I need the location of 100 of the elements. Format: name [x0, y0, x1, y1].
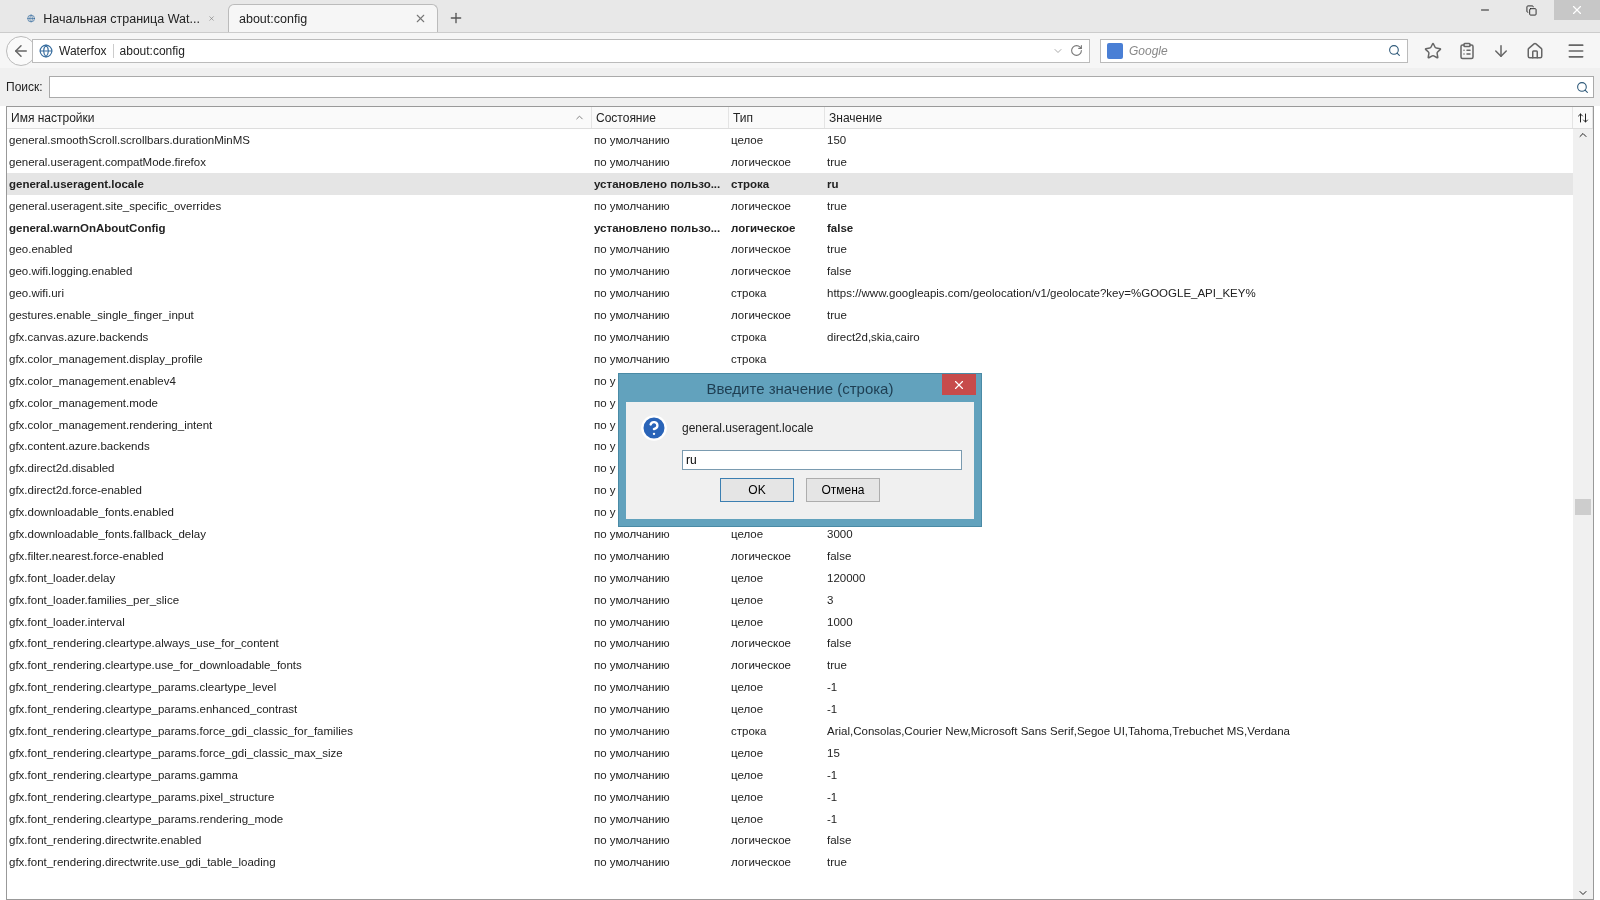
table-cell-text: установлено пользо...: [593, 177, 721, 190]
table-cell-text: gfx.font_loader.delay: [8, 571, 116, 584]
table-cell-text: по умолчанию: [593, 133, 670, 146]
table-cell-text: логическое: [730, 856, 791, 869]
question-icon: [640, 414, 668, 442]
table-cell-text: по умолчанию: [593, 725, 670, 737]
table-cell-text: gfx.direct2d.force-enabled: [8, 484, 142, 497]
table-cell-text: gfx.downloadable_fonts.fallback_delay: [8, 527, 206, 540]
dialog-button[interactable]: OK: [720, 478, 794, 502]
table-cell-text: по умолчанию: [593, 812, 670, 825]
dialog-title: Введите значение (строка): [705, 379, 895, 397]
selected-row[interactable]: general.useragent.locale установлено пользо... строка ru: [7, 172, 1573, 195]
table-cell-text: direct2d,skia,cairo: [826, 330, 920, 343]
table-cell-text: логическое: [730, 265, 791, 278]
table-cell-text: целое: [730, 527, 764, 540]
table-cell-text: логическое: [730, 659, 791, 672]
close-button[interactable]: [942, 374, 976, 395]
scrollbar[interactable]: [1573, 129, 1593, 899]
table-cell-text: true: [826, 309, 847, 322]
table-cell-text: по умолчанию: [593, 615, 670, 628]
table-cell-text: gestures.enable_single_finger_input: [8, 309, 194, 322]
table-cell-text: целое: [730, 790, 764, 803]
new-tab-button[interactable]: [448, 10, 464, 26]
table-cell-text: gfx.font_loader.interval: [8, 615, 125, 628]
dialog-button[interactable]: Отмена: [806, 478, 880, 502]
table-cell-text: целое: [730, 703, 764, 716]
table-cell-text: gfx.color_management.enablev4: [8, 374, 176, 387]
table-cell-text: по умолчанию: [593, 199, 670, 212]
table-cell-text: по умолчанию: [593, 265, 670, 278]
table-cell-text: -1: [826, 681, 838, 694]
table-cell-text: по умолчанию: [593, 790, 670, 803]
search-engine-icon[interactable]: [1107, 42, 1123, 59]
table-cell-text: по умолчанию: [593, 155, 670, 168]
table-cell-text: gfx.font_rendering.cleartype_params.force_gdi_classic_max_size: [8, 746, 343, 759]
search-field[interactable]: Google: [1100, 38, 1408, 63]
reload-icon[interactable]: [1070, 44, 1083, 57]
column-header[interactable]: Значение: [825, 107, 1573, 128]
search-label: Поиск:: [6, 80, 43, 94]
table-cell-text: по у: [593, 440, 616, 453]
table-cell-text: gfx.color_management.mode: [8, 396, 158, 409]
table-cell-text: строка: [730, 287, 767, 300]
table-cell-text: целое: [730, 133, 764, 146]
filter-field[interactable]: [48, 76, 1594, 98]
table-cell-text: ru: [826, 177, 839, 190]
table-cell-text: -1: [826, 812, 838, 825]
scroll-thumb[interactable]: [1575, 499, 1591, 515]
table-cell-text: по умолчанию: [593, 637, 670, 650]
table-cell-text: true: [826, 155, 847, 168]
restore-icon: [1525, 4, 1537, 16]
close-icon[interactable]: [414, 12, 427, 25]
column-header[interactable]: Имя настройки: [7, 107, 592, 128]
table-cell-text: -1: [826, 790, 838, 803]
table-cell-text: general.useragent.site_specific_overrides: [8, 199, 222, 212]
column-picker-icon[interactable]: [1577, 111, 1589, 124]
search-icon: [1576, 80, 1589, 94]
table-cell-text: целое: [730, 571, 764, 584]
table-cell-text: по умолчанию: [593, 703, 670, 716]
table-cell-text: целое: [730, 593, 764, 606]
search-icon[interactable]: [1388, 44, 1401, 57]
table-cell-text: по умолчанию: [593, 571, 670, 584]
table-cell-text: логическое: [730, 199, 791, 212]
table-cell-text: gfx.downloadable_fonts.enabled: [8, 506, 174, 519]
table-cell-text: по умолчанию: [593, 593, 670, 606]
table-cell-text: по умолчанию: [593, 834, 670, 847]
table-cell-text: по у: [593, 396, 616, 409]
browser-tab[interactable]: about:config: [228, 4, 438, 32]
table-cell-text: true: [826, 856, 847, 869]
table-cell-text: по умолчанию: [593, 768, 670, 781]
table-cell-text: по умолчанию: [593, 527, 670, 540]
browser-tab[interactable]: Начальная страница Wat...: [16, 4, 226, 32]
table-cell-text: логическое: [730, 155, 791, 168]
table-cell-text: general.smoothScroll.scrollbars.durationMinMS: [8, 133, 250, 146]
table-cell-text: 150: [826, 133, 847, 146]
star-icon[interactable]: [1424, 41, 1442, 60]
table-cell-text: 15: [826, 746, 840, 759]
clipboard-icon[interactable]: [1458, 41, 1476, 60]
table-cell-text: по у: [593, 484, 616, 497]
table-cell-text: true: [826, 243, 847, 256]
column-header[interactable]: Тип: [729, 107, 825, 128]
table-cell-text: general.useragent.locale: [8, 177, 144, 190]
table-cell-text: по умолчанию: [593, 243, 670, 256]
table-cell-text: логическое: [730, 637, 791, 650]
table-cell-text: строка: [730, 177, 770, 190]
value-input[interactable]: ru: [682, 450, 962, 470]
home-icon[interactable]: [1526, 41, 1544, 60]
table-cell-text: false: [826, 265, 852, 278]
table-cell-text: -1: [826, 768, 838, 781]
table-cell-text: логическое: [730, 549, 791, 562]
table-cell-text: по умолчанию: [593, 659, 670, 672]
table-cell-text: gfx.font_rendering.cleartype_params.pixel_structure: [8, 790, 275, 803]
column-header[interactable]: Состояние: [592, 107, 729, 128]
table-cell-text: логическое: [730, 309, 791, 322]
table-cell-text: установлено пользо...: [593, 221, 721, 234]
table-cell-text: по у: [593, 418, 616, 431]
table-cell-text: false: [826, 549, 852, 562]
table-cell-text: general.useragent.compatMode.firefox: [8, 155, 206, 168]
table-cell-text: gfx.font_rendering.cleartype.use_for_downloadable_fonts: [8, 659, 302, 672]
table-cell-text: gfx.font_rendering.cleartype_params.gamma: [8, 768, 238, 781]
table-cell-text: gfx.font_rendering.cleartype_params.cleartype_level: [8, 681, 277, 694]
address-bar[interactable]: Waterfox about:config: [32, 38, 1090, 63]
